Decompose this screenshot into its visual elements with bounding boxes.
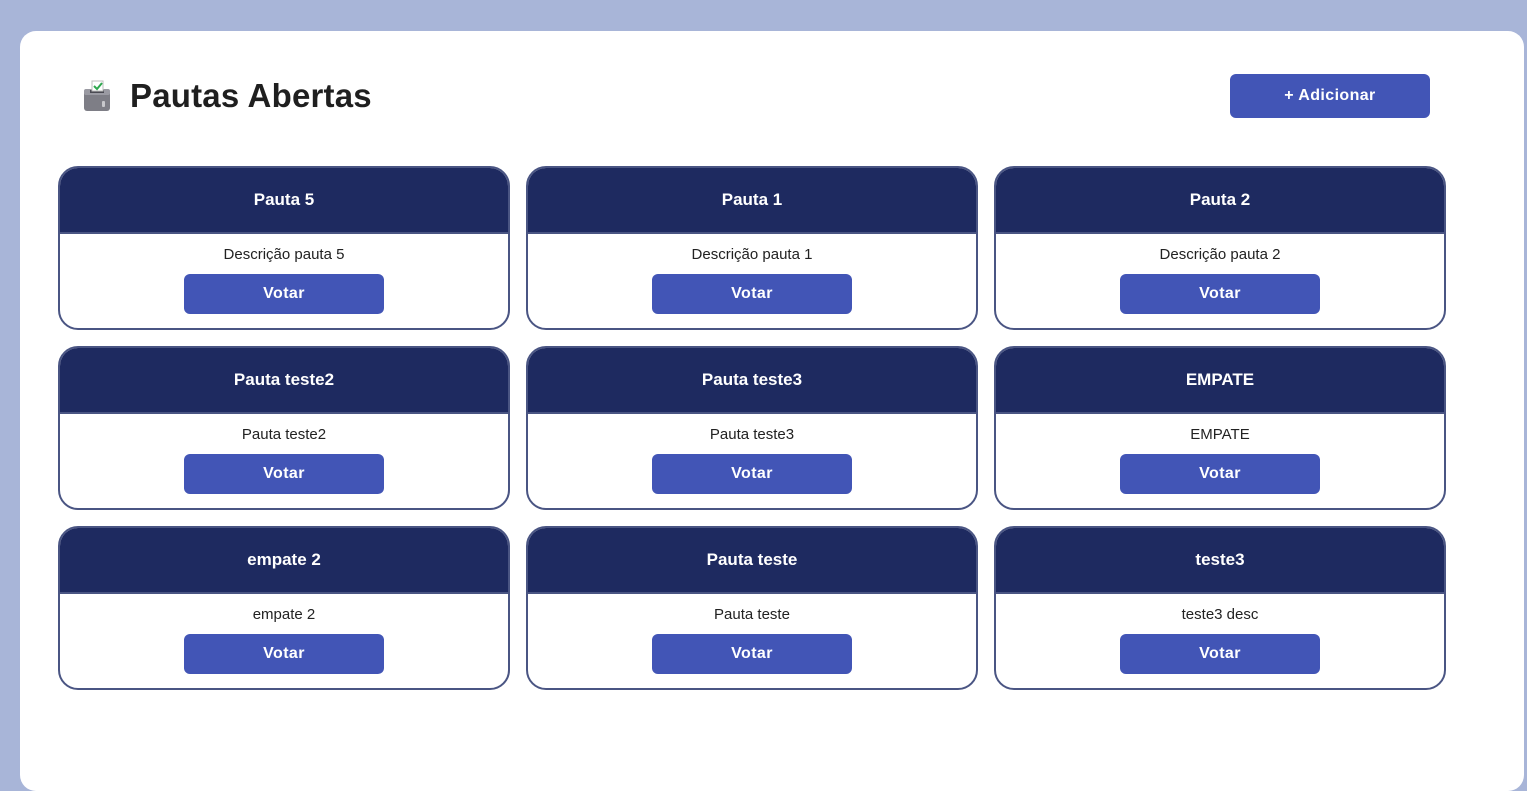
add-button[interactable]: + Adicionar: [1230, 74, 1430, 118]
vote-button[interactable]: Votar: [652, 634, 852, 674]
page-header: Pautas Abertas + Adicionar: [80, 74, 1430, 118]
card-description: teste3 desc: [1181, 606, 1259, 623]
card-body: teste3 desc Votar: [996, 594, 1444, 688]
vote-button[interactable]: Votar: [1120, 634, 1320, 674]
card-body: Pauta teste Votar: [528, 594, 976, 688]
card-title: Pauta 2: [996, 168, 1444, 234]
card-title: Pauta teste: [528, 528, 976, 594]
card-title: EMPATE: [996, 348, 1444, 414]
vote-button[interactable]: Votar: [652, 274, 852, 314]
card-body: Descrição pauta 2 Votar: [996, 234, 1444, 328]
pauta-card: EMPATE EMPATE Votar: [994, 346, 1446, 510]
card-description: Descrição pauta 2: [1159, 246, 1281, 263]
pauta-card: teste3 teste3 desc Votar: [994, 526, 1446, 690]
ballot-box-icon: [80, 79, 114, 113]
vote-button[interactable]: Votar: [184, 634, 384, 674]
pauta-card: Pauta teste3 Pauta teste3 Votar: [526, 346, 978, 510]
title-group: Pautas Abertas: [80, 74, 372, 118]
vote-button[interactable]: Votar: [1120, 274, 1320, 314]
card-description: Descrição pauta 5: [223, 246, 345, 263]
card-body: empate 2 Votar: [60, 594, 508, 688]
pauta-card: Pauta 5 Descrição pauta 5 Votar: [58, 166, 510, 330]
card-title: Pauta teste2: [60, 348, 508, 414]
card-description: EMPATE: [1190, 426, 1250, 443]
pauta-card: Pauta teste Pauta teste Votar: [526, 526, 978, 690]
pauta-card: Pauta 2 Descrição pauta 2 Votar: [994, 166, 1446, 330]
card-title: Pauta teste3: [528, 348, 976, 414]
pauta-card: Pauta teste2 Pauta teste2 Votar: [58, 346, 510, 510]
card-description: Pauta teste3: [709, 426, 795, 443]
card-body: Pauta teste2 Votar: [60, 414, 508, 508]
card-description: Pauta teste: [714, 606, 790, 623]
card-title: teste3: [996, 528, 1444, 594]
vote-button[interactable]: Votar: [184, 274, 384, 314]
vote-button[interactable]: Votar: [652, 454, 852, 494]
card-body: Descrição pauta 5 Votar: [60, 234, 508, 328]
card-description: empate 2: [252, 606, 316, 623]
card-body: EMPATE Votar: [996, 414, 1444, 508]
pautas-grid: Pauta 5 Descrição pauta 5 Votar Pauta 1 …: [58, 166, 1446, 690]
card-description: Descrição pauta 1: [691, 246, 813, 263]
pauta-card: Pauta 1 Descrição pauta 1 Votar: [526, 166, 978, 330]
card-body: Pauta teste3 Votar: [528, 414, 976, 508]
card-title: Pauta 1: [528, 168, 976, 234]
card-description: Pauta teste2: [241, 426, 327, 443]
vote-button[interactable]: Votar: [1120, 454, 1320, 494]
page-title: Pautas Abertas: [130, 77, 372, 114]
card-title: empate 2: [60, 528, 508, 594]
pauta-card: empate 2 empate 2 Votar: [58, 526, 510, 690]
card-body: Descrição pauta 1 Votar: [528, 234, 976, 328]
vote-button[interactable]: Votar: [184, 454, 384, 494]
card-title: Pauta 5: [60, 168, 508, 234]
